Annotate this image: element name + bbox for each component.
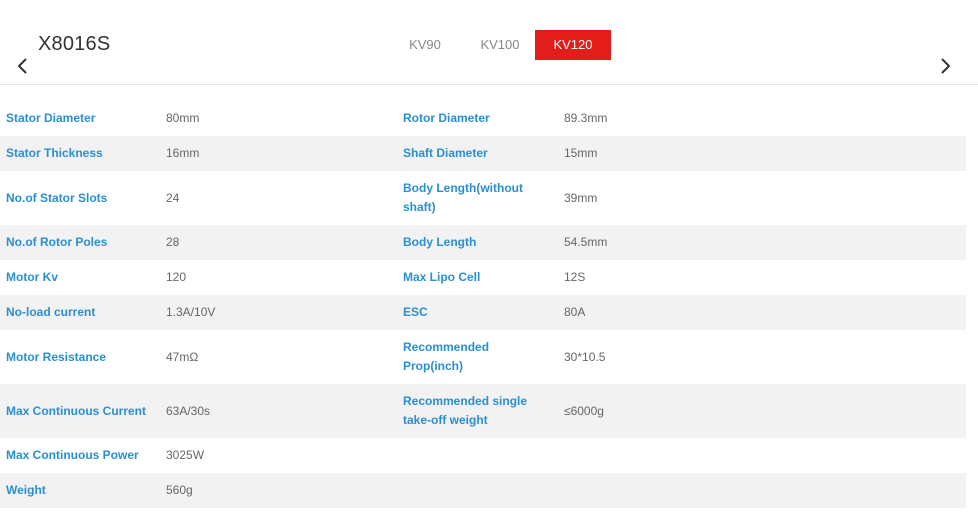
spec-row: Stator Diameter 80mm Rotor Diameter 89.3…: [0, 101, 966, 136]
kv-tabs: KV90 KV100 KV120: [385, 30, 611, 60]
spec-value: 89.3mm: [564, 111, 608, 125]
previous-button[interactable]: [12, 55, 34, 77]
spec-row: Motor Resistance 47mΩ Recommended Prop(i…: [0, 330, 966, 384]
spec-row: Max Continuous Current 63A/30s Recommend…: [0, 384, 966, 438]
chevron-left-icon: [17, 58, 27, 74]
spec-label: Stator Diameter: [6, 111, 96, 125]
spec-label: Motor Resistance: [6, 349, 107, 364]
spec-value: 63A/30s: [166, 403, 211, 418]
spec-value: 54.5mm: [564, 235, 608, 249]
spec-value: 28: [166, 235, 180, 249]
spec-value: 30*10.5: [564, 349, 606, 364]
spec-row: Motor Kv 120 Max Lipo Cell 12S: [0, 260, 966, 295]
spec-value: 1.3A/10V: [166, 305, 216, 319]
spec-value: 47mΩ: [166, 349, 199, 364]
spec-label: Shaft Diameter: [403, 146, 488, 160]
spec-label: No.of Rotor Poles: [6, 235, 108, 249]
spec-row: Stator Thickness 16mm Shaft Diameter 15m…: [0, 136, 966, 171]
model-title: X8016S: [38, 33, 111, 55]
spec-value: 3025W: [166, 448, 205, 462]
product-spec-page: X8016S KV90 KV100 KV120 Stator Diameter …: [0, 0, 978, 521]
tab-kv90[interactable]: KV90: [385, 30, 465, 60]
spec-label: Motor Kv: [6, 270, 58, 284]
spec-value: 15mm: [564, 146, 598, 160]
spec-row: Max Continuous Power 3025W: [0, 438, 966, 473]
spec-value: 16mm: [166, 146, 200, 160]
spec-label: Rotor Diameter: [403, 111, 490, 125]
spec-label: No-load current: [6, 305, 96, 319]
spec-header: X8016S KV90 KV100 KV120: [0, 0, 978, 85]
tab-kv100[interactable]: KV100: [465, 30, 535, 60]
spec-value: ≤6000g: [564, 403, 604, 418]
spec-row: No-load current 1.3A/10V ESC 80A: [0, 295, 966, 330]
spec-label: Body Length(without shaft): [403, 181, 523, 214]
spec-row: No.of Stator Slots 24 Body Length(withou…: [0, 171, 966, 225]
spec-value: 12S: [564, 270, 586, 284]
spec-label: Max Continuous Power: [6, 448, 139, 462]
spec-value: 120: [166, 270, 187, 284]
spec-label: Recommended Prop(inch): [403, 340, 490, 373]
spec-label: Max Continuous Current: [6, 403, 146, 418]
spec-label: Weight: [6, 483, 46, 497]
spec-value: 560g: [166, 483, 193, 497]
spec-row: Weight 560g: [0, 473, 966, 508]
spec-label: Body Length: [403, 235, 477, 249]
spec-value: 80mm: [166, 111, 200, 125]
spec-row: No.of Rotor Poles 28 Body Length 54.5mm: [0, 225, 966, 260]
chevron-right-icon: [941, 58, 951, 74]
spec-label: No.of Stator Slots: [6, 190, 108, 205]
spec-table: Stator Diameter 80mm Rotor Diameter 89.3…: [0, 101, 966, 508]
spec-value: 24: [166, 190, 180, 205]
spec-value: 80A: [564, 305, 586, 319]
spec-label: Recommended single take-off weight: [403, 394, 528, 427]
spec-value: 39mm: [564, 190, 598, 205]
tab-kv120[interactable]: KV120: [535, 30, 611, 60]
spec-label: Stator Thickness: [6, 146, 103, 160]
next-button[interactable]: [934, 55, 956, 77]
spec-label: Max Lipo Cell: [403, 270, 481, 284]
spec-label: ESC: [403, 305, 428, 319]
